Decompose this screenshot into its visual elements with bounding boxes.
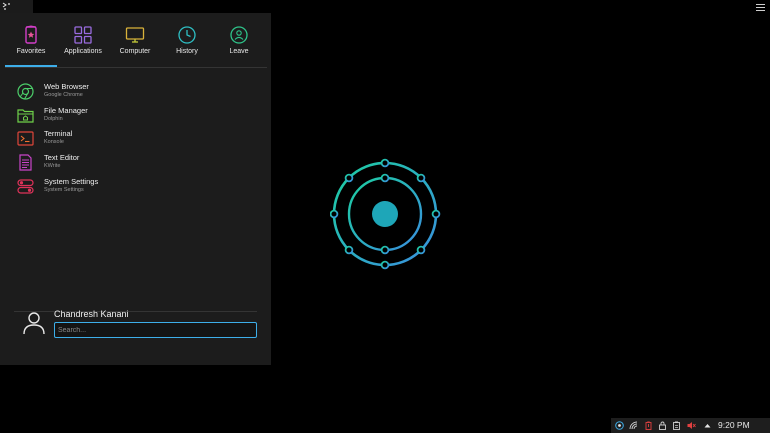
- application-launcher-button[interactable]: [0, 0, 33, 13]
- tab-favorites[interactable]: Favorites: [5, 13, 57, 67]
- clipboard-icon[interactable]: [672, 421, 681, 430]
- item-subtitle: Google Chrome: [44, 92, 83, 98]
- menu-tabs: Favorites Applications Computer History …: [5, 13, 267, 67]
- list-item-web-browser[interactable]: Web Browser Google Chrome: [15, 81, 265, 105]
- applications-icon: [74, 26, 92, 44]
- volume-muted-icon[interactable]: [687, 421, 696, 430]
- desktop-atom-logo: [330, 158, 441, 270]
- item-title: Text Editor: [44, 153, 80, 163]
- tab-applications[interactable]: Applications: [57, 13, 109, 67]
- battery-icon[interactable]: [644, 421, 653, 430]
- user-avatar-icon[interactable]: [22, 310, 46, 336]
- item-title: Terminal: [44, 129, 73, 139]
- history-icon: [178, 26, 196, 44]
- favorites-list: Web Browser Google Chrome File Manager D…: [15, 81, 265, 199]
- tab-label: Leave: [229, 48, 249, 55]
- tab-label: History: [176, 48, 198, 55]
- expand-arrow-icon[interactable]: [703, 421, 712, 430]
- footer-divider: [14, 311, 257, 312]
- item-title: Web Browser: [44, 82, 89, 91]
- hamburger-menu-icon[interactable]: [756, 4, 765, 12]
- leave-icon: [230, 26, 248, 44]
- favorites-icon: [25, 25, 37, 44]
- item-subtitle: KWrite: [44, 163, 61, 170]
- user-name: Chandresh Kanani: [54, 309, 129, 319]
- chrome-icon: [17, 83, 34, 100]
- computer-icon: [125, 27, 145, 43]
- tab-label: Favorites: [16, 48, 46, 55]
- list-item-system-settings[interactable]: System Settings System Settings: [15, 176, 265, 200]
- list-item-file-manager[interactable]: File Manager Dolphin: [15, 105, 265, 129]
- item-subtitle: Konsole: [44, 139, 64, 146]
- lock-icon[interactable]: [658, 421, 667, 430]
- tab-computer[interactable]: Computer: [109, 13, 161, 67]
- tab-history[interactable]: History: [161, 13, 213, 67]
- tabs-divider: [5, 67, 267, 68]
- network-icon[interactable]: [629, 421, 638, 430]
- tab-label: Applications: [64, 48, 102, 55]
- item-title: File Manager: [44, 105, 88, 115]
- search-input[interactable]: [54, 322, 257, 338]
- list-item-text-editor[interactable]: Text Editor KWrite: [15, 152, 265, 176]
- item-title: System Settings: [44, 176, 99, 186]
- text-editor-icon: [19, 154, 32, 171]
- item-subtitle: System Settings: [44, 186, 84, 193]
- desktop: Favorites Applications Computer History …: [0, 0, 770, 433]
- list-item-terminal[interactable]: Terminal Konsole: [15, 128, 265, 152]
- launcher-icon: [2, 2, 10, 10]
- folder-icon: [17, 109, 34, 123]
- digital-clock[interactable]: 9:20 PM: [718, 420, 750, 430]
- settings-icon: [17, 179, 34, 194]
- kde-connect-icon[interactable]: [615, 421, 624, 430]
- item-subtitle: Dolphin: [44, 115, 63, 122]
- tab-leave[interactable]: Leave: [213, 13, 265, 67]
- terminal-icon: [17, 131, 34, 146]
- tab-label: Computer: [119, 48, 151, 55]
